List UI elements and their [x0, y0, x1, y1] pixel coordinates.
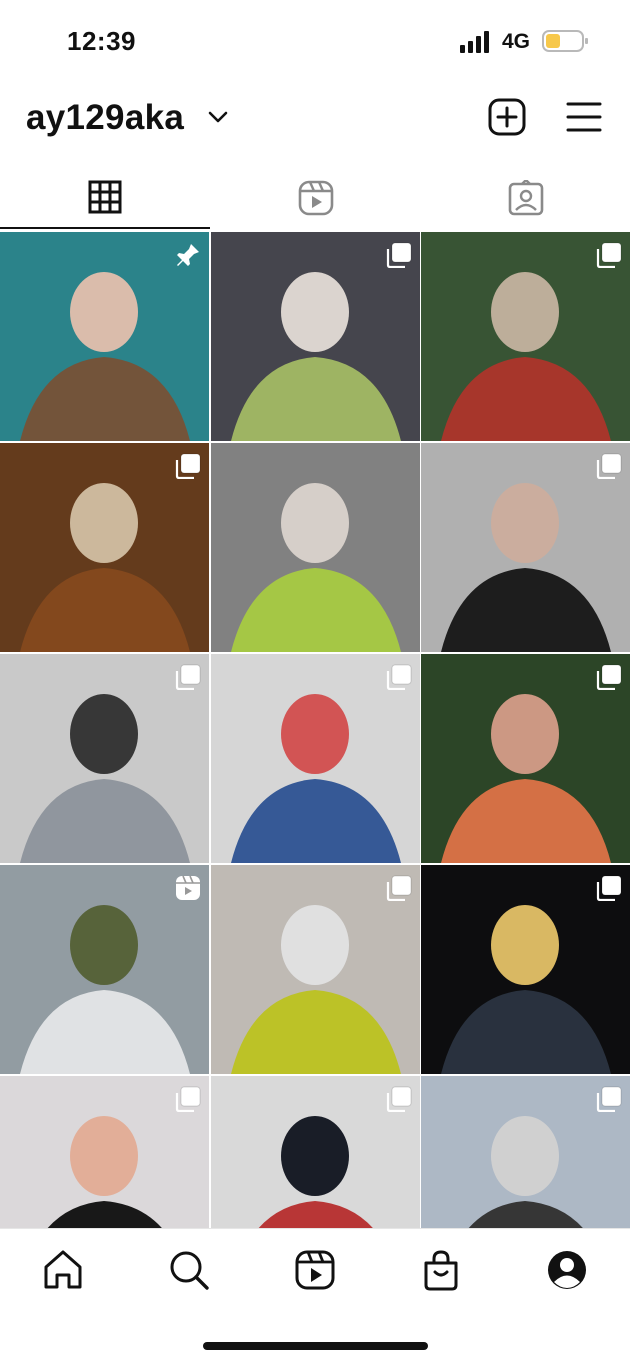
tab-posts[interactable]	[0, 168, 210, 229]
post-thumbnail	[211, 443, 420, 652]
post-stew-and-bread[interactable]	[0, 443, 209, 652]
chevron-down-icon[interactable]	[208, 110, 228, 124]
carousel-icon	[596, 875, 622, 901]
post-mouse-ears-selfie[interactable]	[0, 1076, 209, 1228]
carousel-icon	[175, 664, 201, 690]
active-tab-indicator	[0, 227, 210, 229]
menu-icon[interactable]	[566, 100, 602, 134]
search-icon[interactable]	[166, 1247, 212, 1293]
home-icon[interactable]	[40, 1247, 86, 1293]
tab-tagged[interactable]	[420, 168, 630, 228]
carousel-icon	[386, 1086, 412, 1112]
post-short-hair-hoodie[interactable]	[421, 1076, 630, 1228]
post-selfie-fur-vest[interactable]	[0, 232, 209, 441]
post-glasses-selfie[interactable]	[0, 654, 209, 863]
carousel-icon	[386, 242, 412, 268]
post-glasses-food-tray[interactable]	[211, 232, 420, 441]
post-christmas-wreath[interactable]	[421, 232, 630, 441]
carousel-icon	[596, 453, 622, 479]
status-bar: 12:39 4G	[0, 0, 630, 80]
carousel-icon	[596, 664, 622, 690]
carousel-icon	[175, 453, 201, 479]
post-red-skirt-outfit[interactable]	[211, 1076, 420, 1228]
posts-grid	[0, 232, 630, 1228]
shop-icon[interactable]	[418, 1247, 464, 1293]
tab-reels[interactable]	[210, 168, 420, 228]
carousel-icon	[596, 1086, 622, 1112]
post-nail-art-hand[interactable]	[211, 443, 420, 652]
reels-nav-icon[interactable]	[292, 1247, 338, 1293]
carousel-icon	[386, 875, 412, 901]
home-indicator	[203, 1342, 428, 1350]
carousel-icon	[596, 242, 622, 268]
account-switcher[interactable]: ay129aka	[26, 98, 184, 138]
carousel-icon	[386, 664, 412, 690]
network-type: 4G	[502, 30, 531, 53]
post-mouse-ears-night[interactable]	[421, 865, 630, 1074]
profile-header: ay129aka	[0, 90, 630, 150]
status-time: 12:39	[67, 26, 136, 56]
post-yellow-vest[interactable]	[211, 865, 420, 1074]
post-nails-two-hands[interactable]	[421, 654, 630, 863]
profile-icon[interactable]	[544, 1247, 590, 1293]
reel-badge-icon	[176, 875, 200, 900]
pin-icon	[177, 244, 199, 266]
battery-icon	[542, 30, 588, 52]
reels-icon	[298, 180, 334, 216]
grid-icon	[88, 180, 122, 214]
post-colorful-sweater-overalls[interactable]	[211, 654, 420, 863]
new-post-icon[interactable]	[488, 98, 526, 136]
profile-tabs	[0, 168, 630, 230]
signal-bars-icon	[460, 31, 489, 53]
post-portrait-black-sweater[interactable]	[421, 443, 630, 652]
carousel-icon	[175, 1086, 201, 1112]
tagged-icon	[508, 180, 544, 216]
post-tilted-selfie[interactable]	[0, 865, 209, 1074]
